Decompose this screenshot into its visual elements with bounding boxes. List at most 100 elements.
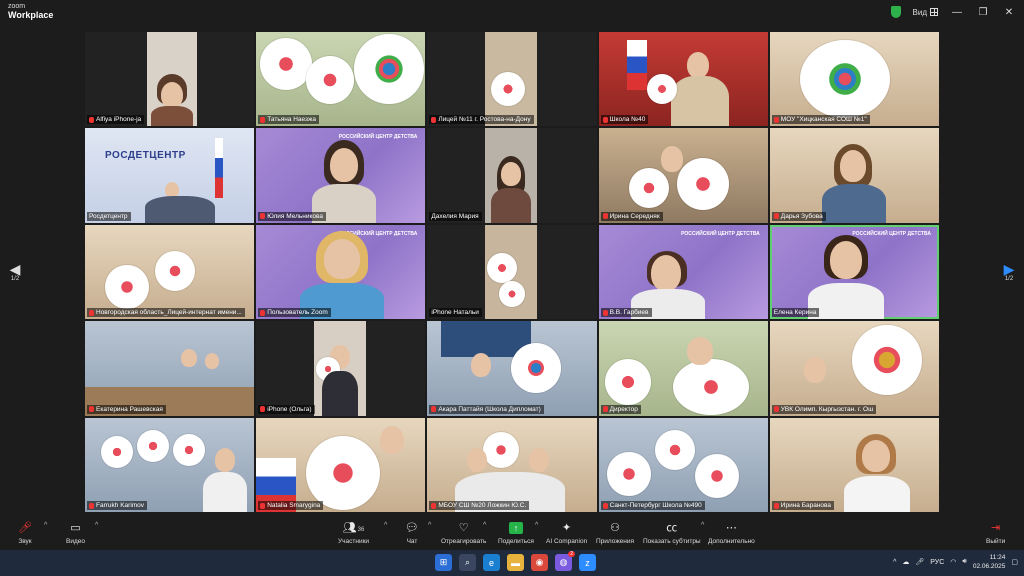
edge-browser-icon[interactable]: e [483, 554, 500, 571]
video-tile[interactable]: Лицей №11 г. Ростова-на-Дону [427, 32, 597, 127]
audio-button[interactable]: 🎤︎ Звук [18, 521, 32, 545]
video-tile-active-speaker[interactable]: РОССИЙСКИЙ ЦЕНТР ДЕТСТВА Елена Керина [769, 224, 939, 320]
video-tile[interactable]: Дарья Зубова [769, 128, 939, 223]
video-tile[interactable]: Татьяна Наезжа [256, 32, 426, 127]
participant-name: В.В. Гарбиев [600, 308, 652, 318]
chrome-icon[interactable]: ◉ [531, 554, 548, 571]
video-tile[interactable]: Дахелия Мария [427, 128, 597, 223]
windows-start-icon[interactable]: ⊞ [435, 554, 452, 571]
video-tile[interactable]: УВК Олимп. Кыргызстан. г. Ош [769, 321, 939, 416]
video-tile[interactable]: МОУ "Хицканская СОШ №1" [769, 32, 939, 127]
camera-icon: ▭ [70, 522, 81, 534]
file-explorer-icon[interactable]: ▬ [507, 554, 524, 571]
heart-icon: ♡ [458, 522, 469, 534]
ai-companion-button[interactable]: ✦ AI Companion [546, 521, 587, 545]
lang-indicator[interactable]: РУС [930, 559, 944, 566]
video-tile[interactable]: Акара Паттайя (Школа Дипломат) [427, 321, 597, 416]
cloud-icon[interactable]: ☁ [902, 558, 909, 566]
mic-muted-icon [260, 309, 266, 316]
participant-name: Лицей №11 г. Ростова-на-Дону [429, 115, 534, 125]
purple-logo: РОССИЙСКИЙ ЦЕНТР ДЕТСТВА [852, 230, 931, 237]
participant-name: Ирина Баранова [771, 501, 835, 510]
participants-icon: 👥︎36 [342, 522, 365, 534]
mic-muted-icon [89, 116, 94, 123]
react-caret[interactable]: ^ [483, 522, 486, 529]
participants-caret[interactable]: ^ [384, 522, 387, 529]
video-tile[interactable]: РОССИЙСКИЙ ЦЕНТР ДЕТСТВА В.В. Гарбиев [598, 224, 768, 320]
participant-name: Natalia Smarygina [258, 501, 324, 510]
share-button[interactable]: ↑ Поделиться [498, 521, 534, 545]
chat-caret[interactable]: ^ [428, 522, 431, 529]
participant-name: УВК Олимп. Кыргызстан. г. Ош [771, 404, 877, 414]
audio-options-caret[interactable]: ^ [44, 522, 47, 529]
meeting-toolbar: 🎤︎ Звук ^ ▭ Видео ^ 👥︎36 Участники ^ 💬︎ … [0, 518, 1024, 550]
next-page-button[interactable]: ▶ 1/2 [999, 262, 1019, 282]
zoom-app-icon[interactable]: z [579, 554, 596, 571]
participants-button[interactable]: 👥︎36 Участники [338, 521, 369, 545]
participant-name: Татьяна Наезжа [258, 115, 319, 125]
close-button[interactable]: ✕ [1002, 7, 1016, 18]
clock[interactable]: 11:24 02.06.2025 [973, 553, 1006, 571]
participant-name: Елена Керина [771, 308, 820, 318]
share-caret[interactable]: ^ [535, 522, 538, 529]
more-button[interactable]: ⋯ Дополнительно [708, 521, 755, 545]
video-grid: Alfiya iPhone-ja Татьяна Наезжа Лицей №1… [85, 32, 939, 512]
mic-muted-icon [431, 502, 437, 509]
chat-button[interactable]: 💬︎ Чат [405, 521, 419, 545]
participant-name: Юлия Мельникова [258, 211, 327, 221]
video-tile[interactable]: Екатерина Рашевская [85, 321, 255, 416]
captions-button[interactable]: ㏄ Показать субтитры [643, 521, 701, 545]
participant-name: iPhone (Ольга) [258, 404, 315, 414]
video-tile[interactable]: Ирина Середняк [598, 128, 768, 223]
participant-name: Alfiya iPhone-ja [87, 115, 145, 125]
apps-button[interactable]: ⚇ Приложения [596, 521, 634, 545]
title-bar: zoom Workplace Вид — ❐ ✕ [0, 0, 1024, 24]
video-tile[interactable]: Ирина Баранова [769, 417, 939, 512]
wifi-icon[interactable]: ◠ [950, 558, 956, 566]
video-tile[interactable]: РОССИЙСКИЙ ЦЕНТР ДЕТСТВА Юлия Мельникова [256, 128, 426, 223]
participant-name: Школа №40 [600, 115, 649, 125]
view-button[interactable]: Вид [913, 8, 938, 17]
video-tile[interactable]: iPhone (Ольга) [256, 321, 426, 416]
restore-button[interactable]: ❐ [976, 7, 990, 18]
notifications-icon[interactable]: ▢ [1011, 558, 1018, 566]
video-tile[interactable]: РОСДЕТЦЕНТР Росдетцентр [85, 128, 255, 223]
video-tile[interactable]: МБОУ СШ №20 Ложкин Ю.С. [427, 417, 597, 512]
mic-muted-icon [602, 502, 608, 509]
video-tile[interactable]: Санкт-Петербург Школа №490 [598, 417, 768, 512]
video-tile[interactable]: Farrukh Karimov [85, 417, 255, 512]
mic-muted-icon [89, 406, 94, 413]
video-tile[interactable]: Alfiya iPhone-ja [85, 32, 255, 127]
mic-tray-icon[interactable]: 🎤︎ [915, 558, 924, 566]
search-icon[interactable]: ⌕ [459, 554, 476, 571]
video-tile[interactable]: Новгородская область_Лицей-интернат имен… [85, 224, 255, 320]
mic-muted-icon [602, 213, 608, 220]
mic-muted-icon [89, 502, 94, 509]
mic-muted-icon [260, 502, 266, 509]
leave-button[interactable]: ⇥ Выйти [986, 521, 1005, 545]
video-options-caret[interactable]: ^ [95, 522, 98, 529]
messenger-icon[interactable]: ◍ 2 [555, 551, 575, 571]
video-tile[interactable]: РОССИЙСКИЙ ЦЕНТР ДЕТСТВА Пользователь Zo… [256, 224, 426, 320]
video-tile[interactable]: iPhone Натальи [427, 224, 597, 320]
apps-icon: ⚇ [610, 522, 620, 534]
video-tile[interactable]: Директор [598, 321, 768, 416]
participant-name: МБОУ СШ №20 Ложкин Ю.С. [429, 501, 530, 510]
participant-name: Farrukh Karimov [87, 501, 148, 510]
volume-icon[interactable]: 🔊︎ [962, 558, 966, 566]
tray-overflow-icon[interactable]: ^ [893, 559, 896, 566]
captions-caret[interactable]: ^ [701, 522, 704, 529]
prev-page-button[interactable]: ◀ 1/2 [5, 262, 25, 282]
video-tile[interactable]: Школа №40 [598, 32, 768, 127]
security-shield-icon[interactable] [890, 6, 901, 18]
mic-muted-icon [431, 116, 437, 123]
mic-muted-icon [773, 502, 779, 509]
minimize-button[interactable]: — [950, 7, 964, 18]
mic-muted-icon [773, 406, 779, 413]
video-button[interactable]: ▭ Видео [66, 521, 85, 545]
react-button[interactable]: ♡ Отреагировать [441, 521, 486, 545]
video-tile[interactable]: Natalia Smarygina [256, 417, 426, 512]
mic-muted-icon [260, 213, 266, 220]
participant-name: Дахелия Мария [429, 211, 482, 221]
participant-name: Екатерина Рашевская [87, 404, 166, 414]
